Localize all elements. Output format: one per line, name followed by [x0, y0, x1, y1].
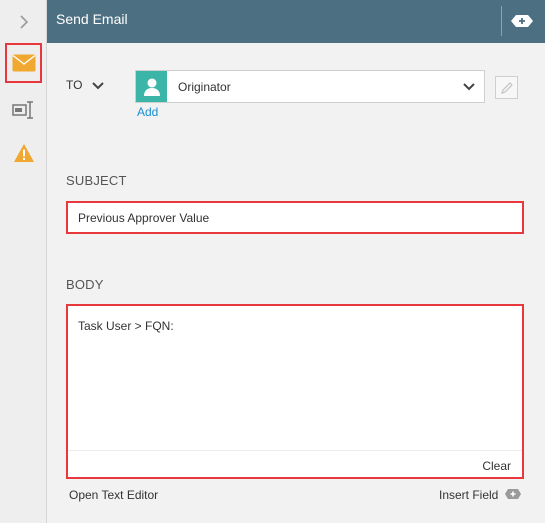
panel-header: Send Email	[47, 0, 545, 43]
header-action-button[interactable]	[509, 10, 535, 32]
body-divider	[68, 450, 522, 451]
chevron-right-icon	[19, 15, 28, 29]
insert-field-icon[interactable]	[504, 488, 522, 500]
to-chevron-down-icon[interactable]	[91, 81, 105, 91]
panel-content: TO Originator Add SUBJECT Previous Appro…	[47, 43, 545, 523]
pencil-icon	[500, 81, 513, 94]
subject-label: SUBJECT	[66, 173, 127, 188]
email-tab-button[interactable]	[5, 43, 42, 83]
recipient-name: Originator	[178, 80, 231, 94]
header-divider	[501, 6, 502, 36]
body-textarea[interactable]: Task User > FQN: Clear	[66, 304, 524, 479]
body-text: Task User > FQN:	[78, 319, 174, 333]
subject-input[interactable]: Previous Approver Value	[66, 201, 524, 234]
add-recipient-link[interactable]: Add	[137, 105, 158, 119]
recipient-dropdown[interactable]: Originator	[135, 70, 485, 103]
expand-rail-button[interactable]	[5, 2, 42, 42]
left-rail	[0, 0, 47, 523]
insert-field-link[interactable]: Insert Field	[439, 488, 498, 502]
clear-button[interactable]: Clear	[482, 459, 511, 473]
text-field-icon	[11, 101, 33, 119]
body-label: BODY	[66, 277, 104, 292]
open-text-editor-link[interactable]: Open Text Editor	[69, 488, 158, 502]
envelope-icon	[12, 54, 35, 72]
to-label: TO	[66, 78, 83, 92]
user-icon	[136, 71, 167, 102]
panel-title: Send Email	[56, 11, 128, 27]
edit-recipient-button[interactable]	[495, 76, 518, 99]
warning-icon	[13, 144, 34, 162]
warning-tab-button[interactable]	[5, 133, 42, 173]
field-tab-button[interactable]	[5, 90, 42, 130]
chevron-down-icon	[463, 83, 475, 91]
insert-token-icon	[511, 15, 533, 27]
